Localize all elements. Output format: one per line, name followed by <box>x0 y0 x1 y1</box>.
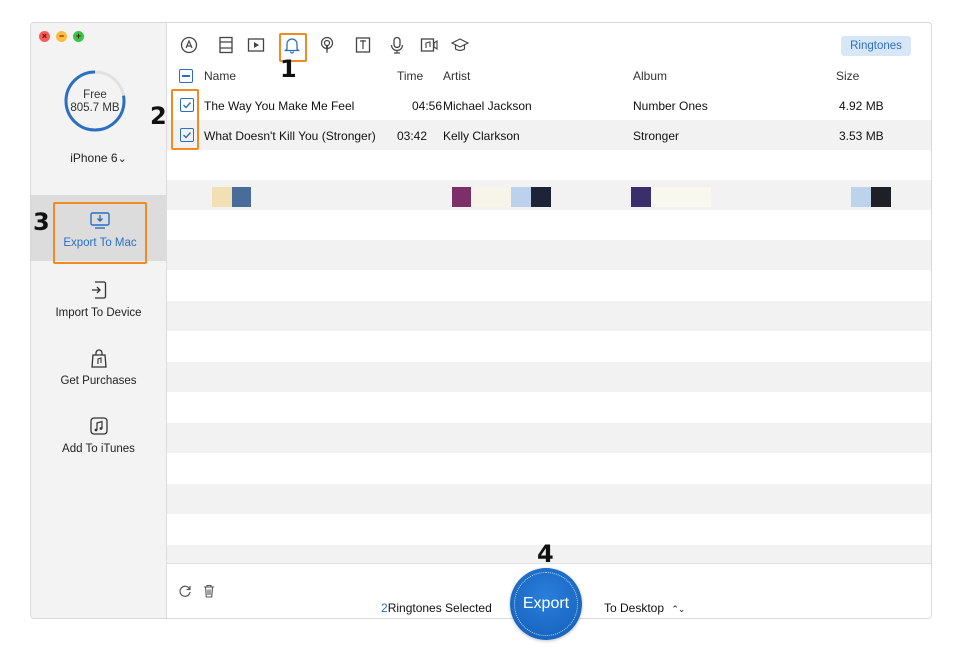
itunes-u-icon[interactable] <box>451 36 469 54</box>
table-row[interactable]: What Doesn't Kill You (Stronger) 03:42 K… <box>167 120 931 150</box>
artwork-swatch <box>651 187 711 207</box>
sidebar: × − + Free 805.7 MB iPhone 6⌄ Export To … <box>31 23 167 618</box>
selected-label: Ringtones Selected <box>387 601 492 615</box>
export-to-mac-highlight: Export To Mac <box>53 202 147 264</box>
music-video-icon[interactable] <box>420 36 438 54</box>
get-purchases-icon <box>90 349 107 368</box>
storage-info: Free 805.7 MB <box>63 89 127 115</box>
cell-name: The Way You Make Me Feel <box>204 99 355 113</box>
artwork-swatch <box>452 187 471 207</box>
apps-icon[interactable] <box>180 36 198 54</box>
column-header-artist[interactable]: Artist <box>443 69 470 83</box>
row-stripe <box>167 484 931 514</box>
column-header-size[interactable]: Size <box>836 69 859 83</box>
column-header-time[interactable]: Time <box>397 69 423 83</box>
artwork-swatch <box>631 187 651 207</box>
voice-memos-icon[interactable] <box>388 36 406 54</box>
cell-album: Stronger <box>633 129 680 143</box>
column-header-name[interactable]: Name <box>204 69 236 83</box>
photos-icon[interactable] <box>217 36 235 54</box>
export-button[interactable]: Export <box>510 568 582 640</box>
sidebar-item-import-to-device[interactable]: Import To Device <box>31 271 166 337</box>
export-to-mac-icon <box>90 212 110 229</box>
artwork-swatch <box>471 187 511 207</box>
minimize-icon: − <box>58 31 65 41</box>
sidebar-item-label: Get Purchases <box>60 375 137 387</box>
cell-size: 4.92 MB <box>839 99 884 113</box>
cell-artist: Kelly Clarkson <box>443 129 520 143</box>
main-panel: Ringtones Name Time Artist Album Size Th… <box>167 23 931 618</box>
row-stripe <box>167 240 931 270</box>
close-window-button[interactable]: × <box>39 31 50 42</box>
category-label-button[interactable]: Ringtones <box>841 36 911 56</box>
artwork-swatch <box>232 187 251 207</box>
sidebar-item-label: Import To Device <box>55 307 142 319</box>
selected-count: 2 <box>381 601 388 615</box>
add-to-itunes-icon <box>89 417 108 435</box>
table-row[interactable]: The Way You Make Me Feel 04:56 Michael J… <box>167 90 931 120</box>
cell-album: Number Ones <box>633 99 708 113</box>
step-marker-3: 3 <box>33 208 50 236</box>
maximize-window-button[interactable]: + <box>73 31 84 42</box>
step-marker-1: 1 <box>280 55 297 83</box>
chevron-down-icon: ⌄ <box>117 153 127 165</box>
import-to-device-icon <box>91 281 106 299</box>
row-stripe <box>167 301 931 331</box>
destination-selector[interactable]: To Desktop ⌃⌄ <box>604 601 685 615</box>
trash-icon[interactable] <box>203 584 215 598</box>
refresh-icon[interactable] <box>178 584 192 598</box>
checkbox-highlight <box>171 89 199 150</box>
selection-status: 2Ringtones Selected <box>381 601 492 615</box>
row-stripe <box>167 362 931 392</box>
device-selector[interactable]: iPhone 6⌄ <box>31 151 166 165</box>
artwork-swatch <box>851 187 871 207</box>
sidebar-item-label: Export To Mac <box>63 237 137 249</box>
artwork-swatch <box>871 187 891 207</box>
storage-value: 805.7 MB <box>70 102 120 114</box>
step-marker-2: 2 <box>150 102 167 130</box>
podcasts-icon[interactable] <box>318 36 336 54</box>
artwork-swatch <box>531 187 551 207</box>
books-icon[interactable] <box>354 36 372 54</box>
cell-artist: Michael Jackson <box>443 99 532 113</box>
artwork-swatch <box>511 187 531 207</box>
cell-time: 04:56 <box>412 99 443 113</box>
cell-size: 3.53 MB <box>839 129 884 143</box>
maximize-icon: + <box>75 31 82 41</box>
destination-label: To Desktop <box>604 601 665 615</box>
minimize-window-button[interactable]: − <box>56 31 67 42</box>
column-header-album[interactable]: Album <box>633 69 667 83</box>
storage-label: Free <box>83 89 107 101</box>
videos-icon[interactable] <box>247 36 265 54</box>
updown-arrows-icon: ⌃⌄ <box>671 604 685 614</box>
select-all-checkbox[interactable] <box>179 69 193 83</box>
sidebar-item-add-to-itunes[interactable]: Add To iTunes <box>31 407 166 473</box>
cell-name: What Doesn't Kill You (Stronger) <box>204 129 376 143</box>
close-icon: × <box>41 31 48 41</box>
sidebar-item-label: Add To iTunes <box>62 443 135 455</box>
sidebar-item-get-purchases[interactable]: Get Purchases <box>31 339 166 405</box>
device-name: iPhone 6 <box>70 151 118 165</box>
cell-time: 03:42 <box>397 129 428 143</box>
artwork-swatch <box>212 187 232 207</box>
step-marker-4: 4 <box>537 540 554 568</box>
row-stripe <box>167 423 931 453</box>
ringtones-icon[interactable] <box>283 36 301 54</box>
